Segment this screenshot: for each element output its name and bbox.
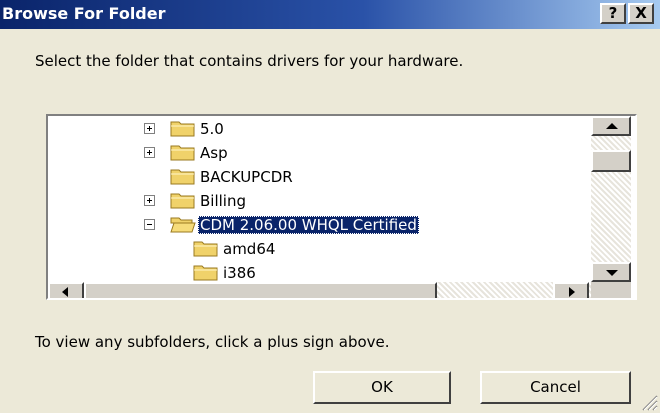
window-title: Browse For Folder [2,4,166,23]
open-folder-icon [170,217,196,233]
ok-button[interactable]: OK [313,371,451,404]
folder-tree[interactable]: 5.0 Asp BACKUPCDR Billing CDM 2.06.00 WH… [46,114,637,300]
tree-item-asp[interactable]: Asp [48,142,588,166]
arrow-up-icon [606,123,618,129]
expand-plus-icon[interactable] [144,195,155,206]
scroll-left-button[interactable] [48,282,84,298]
folder-icon [170,193,195,209]
tree-item-amd64[interactable]: amd64 [48,238,588,262]
instruction-text: Select the folder that contains drivers … [35,52,464,70]
title-bar[interactable]: Browse For Folder ? X [0,0,660,29]
arrow-down-icon [606,270,618,276]
vertical-scrollbar[interactable] [591,116,631,282]
collapse-minus-icon[interactable] [144,219,155,230]
expand-plus-icon[interactable] [144,147,155,158]
arrow-left-icon [62,287,68,297]
hint-text: To view any subfolders, click a plus sig… [35,333,390,351]
scroll-down-button[interactable] [591,262,631,282]
tree-item-5-0[interactable]: 5.0 [48,118,588,142]
tree-item-label: BACKUPCDR [200,168,293,186]
scroll-up-button[interactable] [591,116,631,136]
tree-item-cdm[interactable]: CDM 2.06.00 WHQL Certified [48,214,588,238]
folder-icon [193,265,218,281]
tree-item-label: amd64 [223,240,276,258]
scroll-thumb[interactable] [591,150,631,172]
scroll-corner [591,282,631,298]
tree-item-label: Asp [200,144,228,162]
tree-item-backupcdr[interactable]: BACKUPCDR [48,166,588,190]
tree-item-label: Billing [200,192,246,210]
tree-item-billing[interactable]: Billing [48,190,588,214]
tree-item-label-selected: CDM 2.06.00 WHQL Certified [198,216,419,234]
arrow-right-icon [569,287,575,297]
close-button[interactable]: X [628,3,654,24]
cancel-button[interactable]: Cancel [480,371,631,404]
folder-icon [170,121,195,137]
help-button[interactable]: ? [600,3,626,24]
folder-icon [193,241,218,257]
horizontal-scrollbar[interactable] [48,282,631,298]
expand-plus-icon[interactable] [144,123,155,134]
tree-item-label: 5.0 [200,120,224,138]
tree-item-label: i386 [223,264,256,282]
resize-grip-icon[interactable] [640,393,658,411]
horizontal-scroll-thumb[interactable] [84,282,437,298]
folder-icon [170,145,195,161]
scroll-right-button[interactable] [553,282,589,298]
folder-icon [170,169,195,185]
